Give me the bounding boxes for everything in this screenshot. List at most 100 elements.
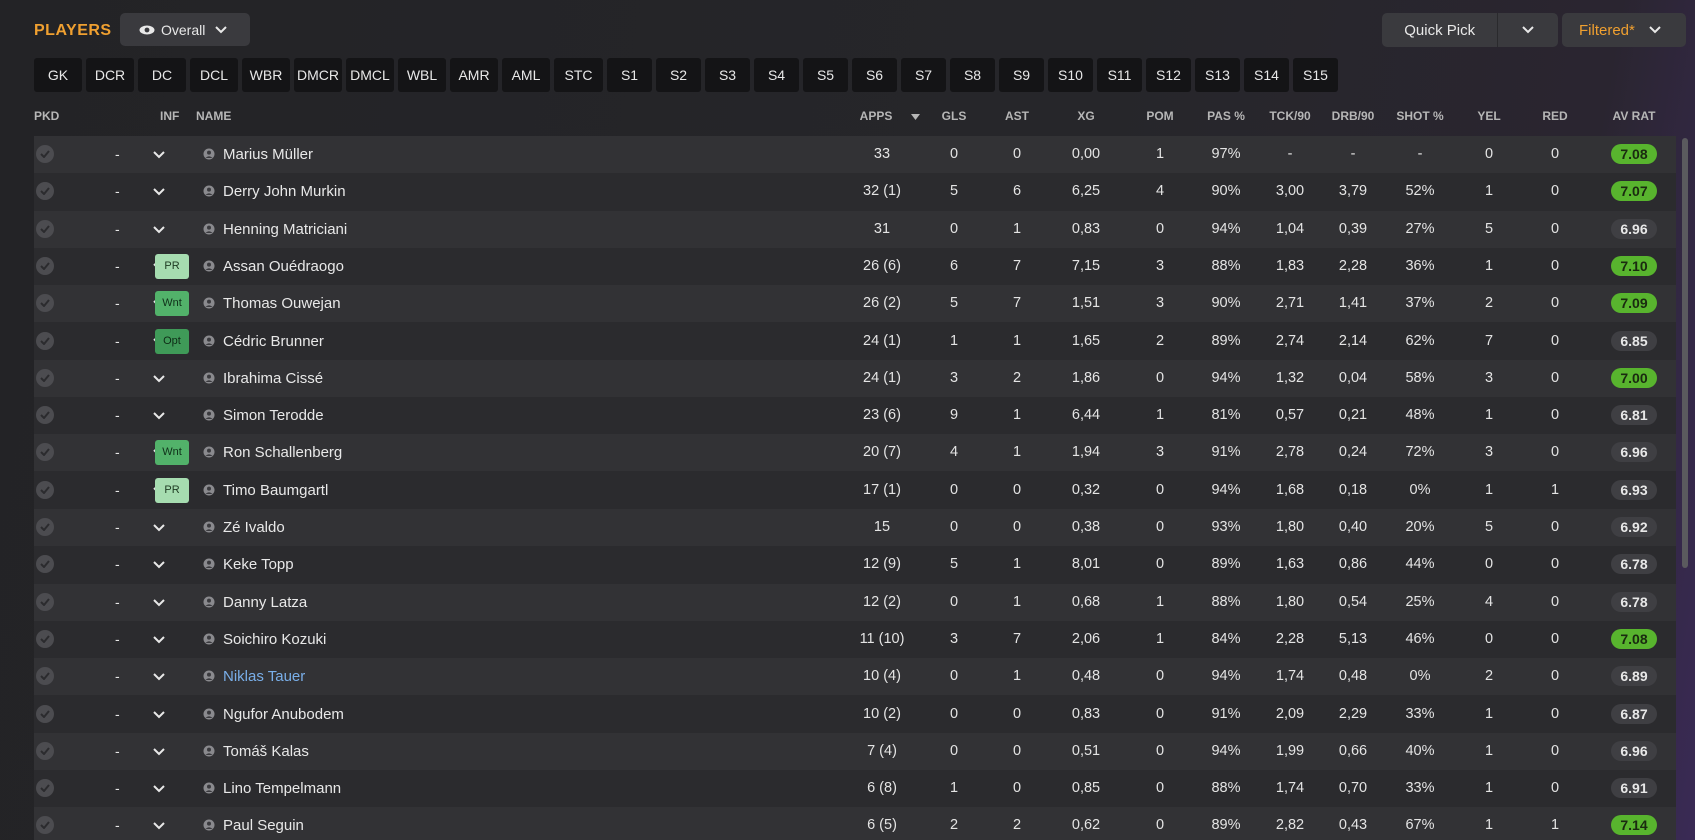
selection-dropdown[interactable]: -	[61, 360, 176, 397]
picked-toggle[interactable]	[36, 518, 54, 536]
table-row[interactable]: - Ngufor Anubodem 10 (2) 0 0 0,83 0 91% 2,09 2,29…	[34, 695, 1676, 733]
position-button-s13[interactable]: S13	[1195, 58, 1240, 92]
col-header-pkd[interactable]: PKD	[34, 109, 59, 123]
table-row[interactable]: - Soichiro Kozuki 11 (10) 3 7 2,06 1 84% 2,28 5,1…	[34, 620, 1676, 658]
player-name-link[interactable]: Marius Müller	[223, 136, 313, 173]
quick-pick-dropdown[interactable]	[1498, 13, 1558, 47]
player-name-link[interactable]: Danny Latza	[223, 584, 307, 621]
table-row[interactable]: - Danny Latza 12 (2) 0 1 0,68 1 88% 1,80 0,54 25% 4…	[34, 583, 1676, 621]
position-button-s12[interactable]: S12	[1146, 58, 1191, 92]
position-button-s4[interactable]: S4	[754, 58, 799, 92]
table-row[interactable]: - Henning Matriciani 31 0 1 0,83 0 94% 1,04 0,39 2…	[34, 210, 1676, 248]
col-header-red[interactable]: RED	[1542, 109, 1567, 123]
table-row[interactable]: - Simon Terodde 23 (6) 9 1 6,44 1 81% 0,57 0,21 48…	[34, 397, 1676, 435]
player-name-link[interactable]: Derry John Murkin	[223, 173, 346, 210]
table-row[interactable]: - Marius Müller 33 0 0 0,00 1 97% - - - 0 0 7.08	[34, 136, 1676, 173]
table-row[interactable]: - PR Assan Ouédraogo 26 (6) 6 7 7,15 3 88% 1,83 2,…	[34, 247, 1676, 285]
table-row[interactable]: - Keke Topp 12 (9) 5 1 8,01 0 89% 1,63 0,86 44% 0 0 6…	[34, 546, 1676, 584]
position-button-s11[interactable]: S11	[1097, 58, 1142, 92]
col-header-yel[interactable]: YEL	[1477, 109, 1500, 123]
col-header-ast[interactable]: AST	[1005, 109, 1029, 123]
position-button-s14[interactable]: S14	[1244, 58, 1289, 92]
scrollbar[interactable]	[1682, 138, 1688, 568]
table-row[interactable]: - Tomáš Kalas 7 (4) 0 0 0,51 0 94% 1,99 0,66 40% 1 0…	[34, 732, 1676, 770]
selection-dropdown[interactable]: -	[61, 807, 176, 840]
table-row[interactable]: - Wnt Ron Schallenberg 20 (7) 4 1 1,94 3 91% 2,78…	[34, 434, 1676, 472]
player-name-link[interactable]: Assan Ouédraogo	[223, 248, 344, 285]
info-badge[interactable]: PR	[155, 477, 189, 503]
filter-button[interactable]: Filtered*	[1562, 13, 1686, 47]
selection-dropdown[interactable]: -	[61, 509, 176, 546]
position-button-dmcl[interactable]: DMCL	[346, 58, 394, 92]
position-button-wbr[interactable]: WBR	[242, 58, 290, 92]
picked-toggle[interactable]	[36, 741, 54, 760]
info-badge[interactable]: Wnt	[155, 440, 189, 466]
table-row[interactable]: - Wnt Thomas Ouwejan 26 (2) 5 7 1,51 3 90% 2,71 1,…	[34, 285, 1676, 323]
position-button-s7[interactable]: S7	[901, 58, 946, 92]
position-button-s15[interactable]: S15	[1293, 58, 1338, 92]
table-row[interactable]: - Lino Tempelmann 6 (8) 1 0 0,85 0 88% 1,74 0,70 3…	[34, 770, 1676, 808]
player-name-link[interactable]: Simon Terodde	[223, 397, 324, 434]
picked-toggle[interactable]	[36, 182, 54, 201]
player-name-link[interactable]: Niklas Tauer	[223, 658, 305, 695]
col-header-apps[interactable]: APPS	[860, 109, 893, 123]
position-button-s6[interactable]: S6	[852, 58, 897, 92]
picked-toggle[interactable]	[36, 555, 54, 574]
player-name-link[interactable]: Thomas Ouwejan	[223, 285, 341, 322]
selection-dropdown[interactable]: -	[61, 621, 176, 658]
selection-dropdown[interactable]: -	[61, 211, 176, 248]
table-row[interactable]: - Opt Cédric Brunner 24 (1) 1 1 1,65 2 89% 2,74 2,…	[34, 322, 1676, 360]
selection-dropdown[interactable]: -	[61, 770, 176, 807]
quick-pick-button[interactable]: Quick Pick	[1382, 13, 1499, 47]
col-header-gls[interactable]: GLS	[942, 109, 967, 123]
picked-toggle[interactable]	[36, 368, 54, 387]
position-button-aml[interactable]: AML	[502, 58, 550, 92]
player-name-link[interactable]: Henning Matriciani	[223, 211, 347, 248]
picked-toggle[interactable]	[36, 443, 54, 462]
position-button-wbl[interactable]: WBL	[398, 58, 446, 92]
position-button-s1[interactable]: S1	[607, 58, 652, 92]
table-row[interactable]: - PR Timo Baumgartl 17 (1) 0 0 0,32 0 94% 1,68 0,1…	[34, 471, 1676, 509]
position-button-dcl[interactable]: DCL	[190, 58, 238, 92]
position-button-s3[interactable]: S3	[705, 58, 750, 92]
table-row[interactable]: - Derry John Murkin 32 (1) 5 6 6,25 4 90% 3,00 3,…	[34, 173, 1676, 211]
picked-toggle[interactable]	[36, 667, 54, 686]
player-name-link[interactable]: Lino Tempelmann	[223, 770, 341, 807]
player-name-link[interactable]: Cédric Brunner	[223, 323, 324, 360]
player-name-link[interactable]: Ibrahima Cissé	[223, 360, 323, 397]
picked-toggle[interactable]	[36, 294, 54, 313]
selection-dropdown[interactable]: -	[61, 584, 176, 621]
col-header-drb[interactable]: DRB/90	[1332, 109, 1375, 123]
position-button-s2[interactable]: S2	[656, 58, 701, 92]
table-row[interactable]: - Paul Seguin 6 (5) 2 2 0,62 0 89% 2,82 0,43 67% 1 1…	[34, 807, 1676, 840]
info-badge[interactable]: Opt	[155, 328, 189, 354]
position-button-stc[interactable]: STC	[554, 58, 603, 92]
info-badge[interactable]: PR	[155, 253, 189, 279]
col-header-pas[interactable]: PAS %	[1207, 109, 1245, 123]
picked-toggle[interactable]	[36, 629, 54, 648]
position-button-amr[interactable]: AMR	[450, 58, 498, 92]
position-button-gk[interactable]: GK	[34, 58, 82, 92]
picked-toggle[interactable]	[36, 704, 54, 723]
table-row[interactable]: - Ibrahima Cissé 24 (1) 3 2 1,86 0 94% 1,32 0,04 5…	[34, 359, 1676, 397]
player-name-link[interactable]: Ngufor Anubodem	[223, 696, 344, 733]
picked-toggle[interactable]	[36, 816, 54, 835]
col-header-name[interactable]: NAME	[196, 109, 231, 123]
col-header-shot[interactable]: SHOT %	[1396, 109, 1443, 123]
player-name-link[interactable]: Zé Ivaldo	[223, 509, 285, 546]
position-button-s5[interactable]: S5	[803, 58, 848, 92]
position-button-s9[interactable]: S9	[999, 58, 1044, 92]
col-header-pom[interactable]: POM	[1146, 109, 1173, 123]
picked-toggle[interactable]	[36, 406, 54, 425]
picked-toggle[interactable]	[36, 219, 54, 238]
col-header-tck[interactable]: TCK/90	[1269, 109, 1310, 123]
col-header-xg[interactable]: XG	[1077, 109, 1094, 123]
picked-toggle[interactable]	[36, 145, 54, 163]
position-button-dc[interactable]: DC	[138, 58, 186, 92]
selection-dropdown[interactable]: -	[61, 546, 176, 583]
picked-toggle[interactable]	[36, 480, 54, 499]
player-name-link[interactable]: Timo Baumgartl	[223, 472, 328, 509]
view-selector-button[interactable]: Overall	[120, 13, 250, 46]
selection-dropdown[interactable]: -	[61, 658, 176, 695]
position-button-s10[interactable]: S10	[1048, 58, 1093, 92]
